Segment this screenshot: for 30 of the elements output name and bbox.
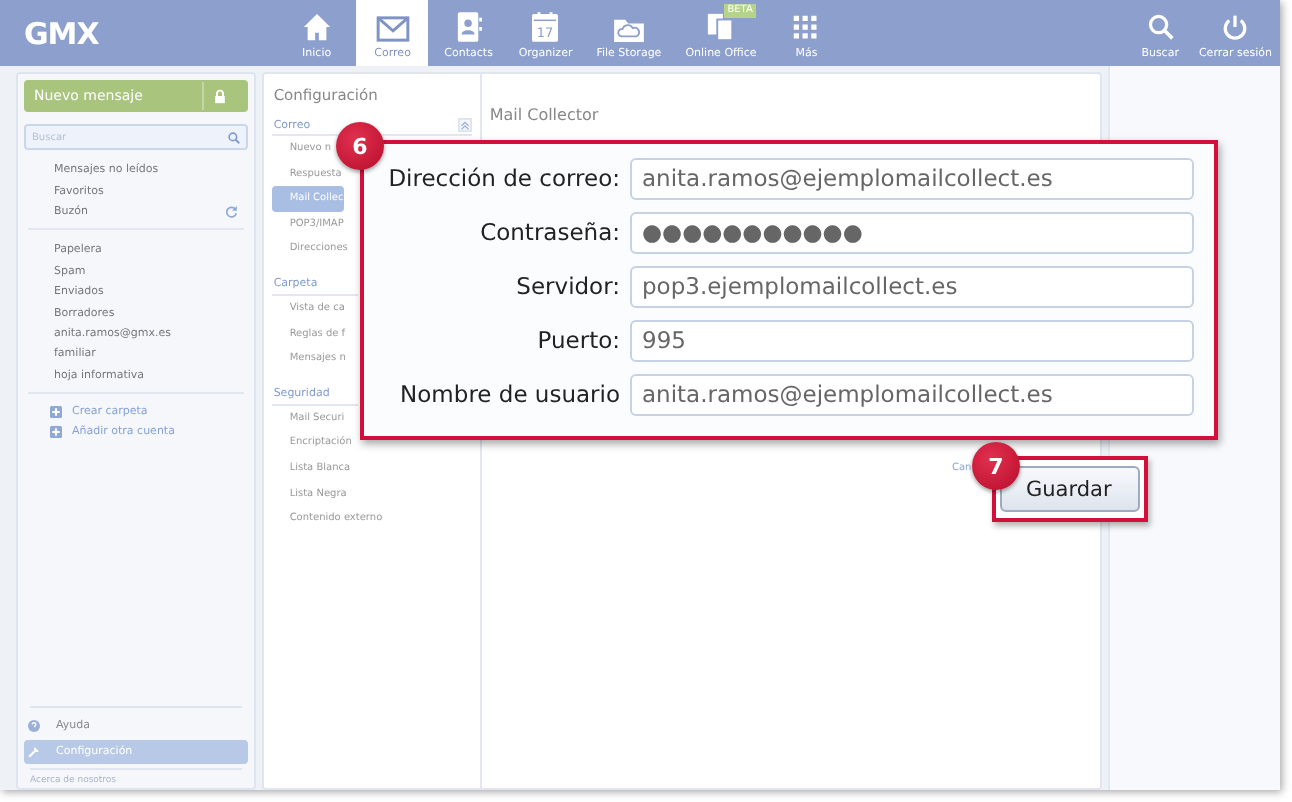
field-label: Contraseña:: [478, 216, 620, 250]
field-label: Dirección de correo:: [386, 162, 620, 196]
step-number: 6: [352, 133, 368, 159]
plus-icon: [50, 406, 62, 419]
lock-icon: [213, 88, 226, 104]
field-label: Nombre de usuario: [398, 378, 620, 412]
save-button[interactable]: Guardar: [1000, 466, 1140, 512]
home-icon: [301, 12, 332, 42]
page-title: Mail Collector: [489, 106, 599, 124]
cloud-folder-icon: [611, 16, 646, 42]
field-label: Servidor:: [514, 270, 620, 304]
help-icon: [28, 720, 40, 732]
contact-card-icon: [455, 12, 482, 42]
input-field[interactable]: 995: [630, 320, 1194, 362]
refresh-icon: [225, 205, 238, 218]
step-number: 7: [988, 453, 1004, 479]
input-field[interactable]: ●●●●●●●●●●●: [630, 212, 1194, 254]
power-icon: [1222, 14, 1249, 40]
plus-icon: [50, 426, 62, 439]
search-icon: [227, 131, 240, 143]
input-field[interactable]: anita.ramos@ejemplomailcollect.es: [630, 374, 1194, 416]
gmx-logo[interactable]: GMX: [24, 15, 99, 51]
input-field[interactable]: anita.ramos@ejemplomailcollect.es: [630, 158, 1194, 200]
input-field[interactable]: pop3.ejemplomailcollect.es: [630, 266, 1194, 308]
search-icon: [1147, 14, 1174, 40]
wrench-icon: [28, 746, 40, 758]
documents-icon: [705, 12, 736, 42]
field-label: Puerto:: [535, 324, 620, 358]
grid-icon: [792, 14, 821, 42]
envelope-icon: [375, 16, 410, 42]
